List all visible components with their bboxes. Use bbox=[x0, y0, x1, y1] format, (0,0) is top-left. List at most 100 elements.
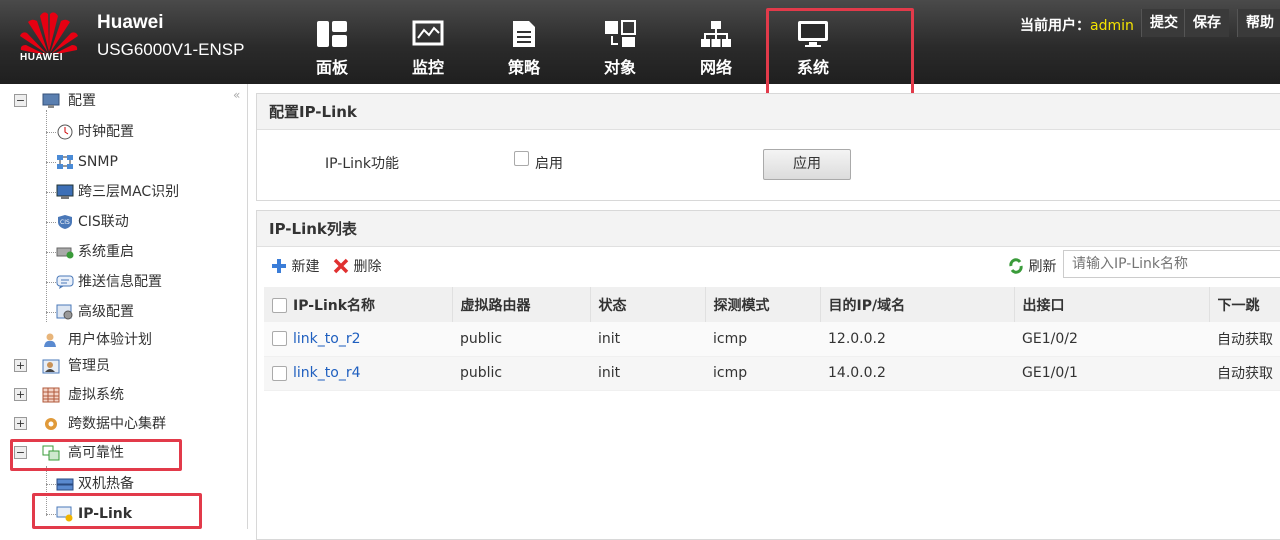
sidebar-item-label: SNMP bbox=[78, 154, 118, 170]
table-row[interactable]: link_to_r2 public init icmp 12.0.0.2 GE1… bbox=[264, 322, 1280, 357]
panel-title: 配置IP-Link bbox=[257, 94, 1280, 130]
sidebar-item-label: 跨三层MAC识别 bbox=[78, 184, 180, 200]
sidebar-item-label: 推送信息配置 bbox=[78, 274, 162, 290]
top-header: HUAWEI Huawei USG6000V1-ENSP 面板 监控 策略 对象… bbox=[0, 0, 1280, 98]
help-button[interactable]: 帮助 bbox=[1237, 9, 1280, 37]
ha-highlight bbox=[10, 439, 182, 471]
ip-link-name-link[interactable]: link_to_r2 bbox=[293, 331, 360, 347]
logo-wordmark: HUAWEI bbox=[20, 52, 63, 63]
sidebar-item-label: 系统重启 bbox=[78, 244, 134, 260]
mode-cell: icmp bbox=[705, 356, 820, 391]
brand-name: Huawei bbox=[97, 12, 164, 33]
nav-policy[interactable]: 策略 bbox=[476, 0, 572, 84]
column-header-iface[interactable]: 出接口 bbox=[1014, 287, 1210, 322]
tree-line bbox=[46, 110, 47, 322]
column-header-mode[interactable]: 探测模式 bbox=[705, 287, 821, 322]
nav-network[interactable]: 网络 bbox=[668, 0, 764, 84]
expand-toggle-icon[interactable]: + bbox=[14, 359, 27, 372]
nav-dashboard[interactable]: 面板 bbox=[284, 0, 380, 84]
ip-link-name-link[interactable]: link_to_r4 bbox=[293, 365, 360, 381]
cis-shield-icon: CIS bbox=[58, 215, 72, 229]
refresh-button[interactable]: 刷新 bbox=[1008, 257, 1056, 277]
current-user-label: 当前用户： bbox=[1020, 18, 1090, 34]
nav-object[interactable]: 对象 bbox=[572, 0, 668, 84]
admin-user-icon bbox=[42, 359, 60, 374]
status-cell: init bbox=[590, 356, 705, 391]
refresh-label: 刷新 bbox=[1028, 259, 1057, 275]
submit-button[interactable]: 提交 bbox=[1141, 9, 1186, 37]
nav-label: 策略 bbox=[507, 58, 540, 77]
select-all-checkbox[interactable] bbox=[272, 298, 287, 313]
sidebar-item-label: 高级配置 bbox=[78, 304, 134, 320]
nexthop-cell: 自动获取 bbox=[1209, 356, 1280, 391]
refresh-icon bbox=[1009, 258, 1023, 274]
enable-label: 启用 bbox=[535, 156, 563, 172]
delete-button[interactable]: 删除 bbox=[333, 257, 381, 277]
sidebar-item-dc-cluster[interactable]: + 跨数据中心集群 bbox=[0, 412, 230, 436]
new-label: 新建 bbox=[291, 259, 320, 275]
iface-cell: GE1/0/2 bbox=[1014, 322, 1209, 357]
sidebar-item-label: CIS联动 bbox=[78, 214, 129, 230]
table-header-row: IP-Link名称 虚拟路由器 状态 探测模式 目的IP/域名 出接口 下一跳 bbox=[264, 287, 1280, 322]
new-button[interactable]: 新建 bbox=[271, 257, 319, 277]
sidebar-item-label: 时钟配置 bbox=[78, 124, 134, 140]
device-model: USG6000V1-ENSP bbox=[97, 40, 245, 59]
current-user-info: 当前用户：admin bbox=[1020, 15, 1134, 35]
ip-link-feature-label: IP-Link功能 bbox=[325, 156, 399, 172]
sidebar-item-label: 跨数据中心集群 bbox=[68, 416, 166, 432]
row-checkbox[interactable] bbox=[272, 365, 287, 381]
sidebar-item-ux-plan[interactable]: 用户体验计划 bbox=[0, 328, 230, 352]
apply-button[interactable]: 应用 bbox=[763, 149, 851, 180]
panel-title: IP-Link列表 bbox=[257, 211, 1280, 247]
hot-standby-icon bbox=[56, 478, 74, 491]
vrouter-cell: public bbox=[452, 322, 590, 357]
sidebar-item-vsys[interactable]: + 虚拟系统 bbox=[0, 383, 230, 407]
nav-label: 面板 bbox=[315, 58, 348, 77]
column-header-label: IP-Link名称 bbox=[293, 297, 376, 314]
object-icon bbox=[605, 20, 636, 47]
column-header-vrouter[interactable]: 虚拟路由器 bbox=[452, 287, 591, 322]
sidebar-item-label: 配置 bbox=[68, 93, 96, 109]
status-cell: init bbox=[590, 322, 705, 357]
vrouter-cell: public bbox=[452, 356, 590, 391]
mode-cell: icmp bbox=[705, 322, 820, 357]
sidebar-item-label: 管理员 bbox=[68, 358, 110, 374]
ip-link-list-panel: IP-Link列表 新建 删除 刷新 IP-Link名称 虚拟路由器 状态 探测… bbox=[256, 210, 1280, 540]
name-cell: link_to_r2 bbox=[264, 322, 452, 357]
name-cell: link_to_r4 bbox=[264, 356, 452, 391]
nav-monitor[interactable]: 监控 bbox=[380, 0, 476, 84]
ip-link-table: IP-Link名称 虚拟路由器 状态 探测模式 目的IP/域名 出接口 下一跳 … bbox=[264, 287, 1280, 391]
sidebar-item-config[interactable]: − 配置 bbox=[0, 89, 230, 113]
clock-icon bbox=[57, 124, 73, 140]
message-icon bbox=[56, 275, 74, 289]
delete-x-icon bbox=[333, 258, 349, 274]
virtual-system-icon bbox=[42, 387, 60, 403]
current-user-name: admin bbox=[1090, 18, 1134, 34]
nexthop-cell: 自动获取 bbox=[1209, 322, 1280, 357]
svg-text:CIS: CIS bbox=[60, 219, 70, 226]
config-computer-icon bbox=[42, 93, 60, 108]
search-input[interactable] bbox=[1063, 250, 1280, 278]
dest-cell: 14.0.0.2 bbox=[820, 356, 1014, 391]
table-row[interactable]: link_to_r4 public init icmp 14.0.0.2 GE1… bbox=[264, 356, 1280, 391]
computer-icon bbox=[56, 184, 74, 199]
column-header-name[interactable]: IP-Link名称 bbox=[264, 287, 453, 322]
column-header-dest[interactable]: 目的IP/域名 bbox=[820, 287, 1015, 322]
enable-checkbox[interactable] bbox=[514, 151, 529, 166]
row-checkbox[interactable] bbox=[272, 331, 287, 347]
expand-toggle-icon[interactable]: + bbox=[14, 388, 27, 401]
iface-cell: GE1/0/1 bbox=[1014, 356, 1209, 391]
column-header-nexthop[interactable]: 下一跳 bbox=[1209, 287, 1280, 322]
monitor-chart-icon bbox=[412, 20, 444, 46]
column-header-status[interactable]: 状态 bbox=[590, 287, 706, 322]
nav-label: 监控 bbox=[411, 58, 444, 77]
snmp-network-icon bbox=[57, 155, 73, 169]
collapse-sidebar-icon[interactable]: « bbox=[233, 88, 240, 102]
config-ip-link-panel: 配置IP-Link IP-Link功能 启用 应用 bbox=[256, 93, 1280, 201]
network-icon bbox=[701, 21, 731, 47]
policy-document-icon bbox=[513, 21, 535, 47]
collapse-toggle-icon[interactable]: − bbox=[14, 94, 27, 107]
sidebar-item-admin[interactable]: + 管理员 bbox=[0, 354, 230, 378]
save-button[interactable]: 保存 bbox=[1184, 9, 1229, 37]
expand-toggle-icon[interactable]: + bbox=[14, 417, 27, 430]
